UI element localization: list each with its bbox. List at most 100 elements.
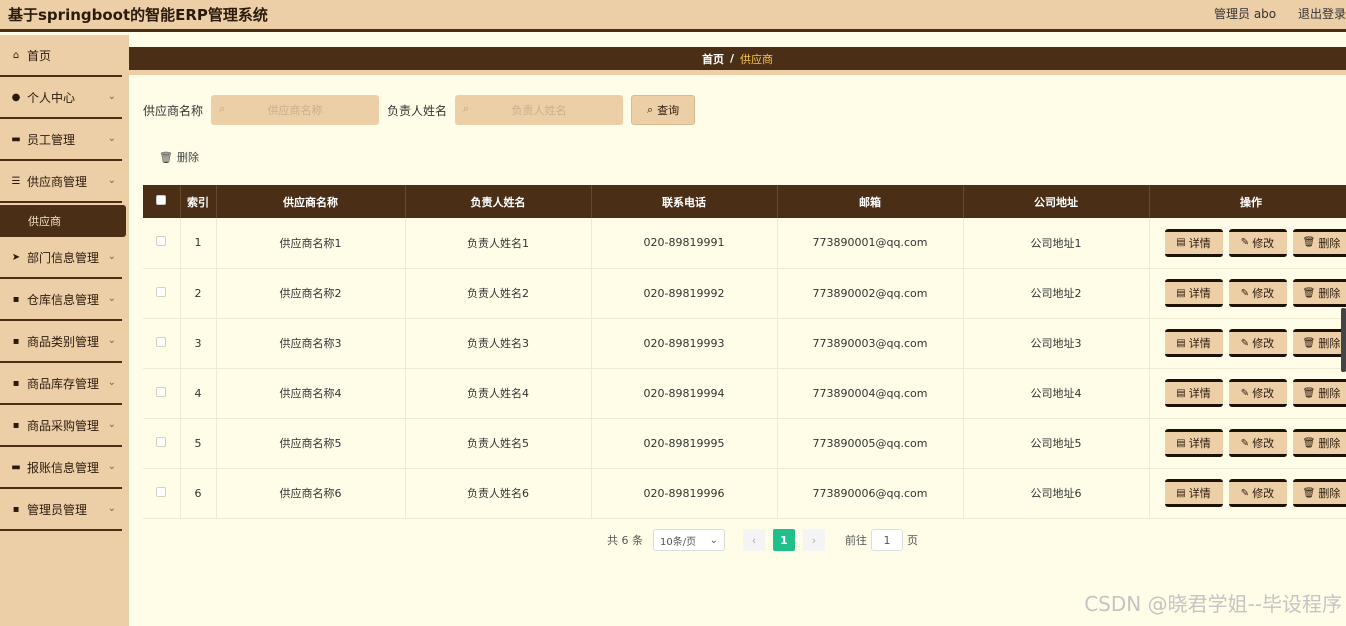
logout-link[interactable]: 退出登录 <box>1298 7 1346 21</box>
cell-actions: ▤ 详情 ✎ 修改 🗑 删除 <box>1149 418 1346 469</box>
edit-button[interactable]: ✎ 修改 <box>1228 228 1287 257</box>
detail-button[interactable]: ▤ 详情 <box>1164 279 1223 307</box>
document-icon: ▤ <box>1176 487 1186 499</box>
detail-button[interactable]: ▤ 详情 <box>1164 429 1223 457</box>
delete-button-label: 删除 <box>1318 387 1341 400</box>
sidebar-item-label: 报账信息管理 <box>27 460 100 475</box>
delete-button[interactable]: 🗑 删除 <box>1292 329 1346 357</box>
header-index: 索引 <box>180 185 217 218</box>
trash-icon: 🗑 <box>159 150 173 164</box>
detail-button[interactable]: ▤ 详情 <box>1164 329 1223 357</box>
detail-button[interactable]: ▤ 详情 <box>1164 228 1223 257</box>
cell-index: 4 <box>180 368 217 419</box>
breadcrumb-current: 供应商 <box>740 52 774 66</box>
table-header-row: 索引 供应商名称 负责人姓名 联系电话 邮箱 公司地址 操作 <box>143 185 1346 218</box>
cell-index: 5 <box>180 418 217 469</box>
select-all-checkbox[interactable] <box>156 195 167 205</box>
delete-button[interactable]: 🗑 删除 <box>1292 379 1346 407</box>
detail-button-label: 详情 <box>1188 437 1211 450</box>
edit-button[interactable]: ✎ 修改 <box>1228 429 1287 457</box>
chevron-down-icon: ⌄ <box>107 293 116 304</box>
search-icon: ⌕ <box>219 102 226 115</box>
chevron-down-icon: ⌄ <box>107 175 116 186</box>
query-button[interactable]: ⌕ 查询 <box>631 95 696 125</box>
delete-button[interactable]: 🗑 删除 <box>1292 479 1346 507</box>
pagination-total: 共 6 条 <box>607 534 643 547</box>
edit-button[interactable]: ✎ 修改 <box>1228 329 1287 357</box>
chevron-down-icon: ⌄ <box>107 377 116 388</box>
delete-button[interactable]: 🗑 删除 <box>1292 279 1346 307</box>
sidebar-item-4[interactable]: ➤ 部门信息管理 ⌄ <box>0 237 122 279</box>
cell-select[interactable] <box>143 318 181 369</box>
sidebar-item-label: 部门信息管理 <box>27 250 100 265</box>
row-checkbox[interactable] <box>156 336 167 347</box>
sidebar-item-9[interactable]: ▬ 报账信息管理 ⌄ <box>0 447 122 489</box>
page-size-select[interactable]: 10条/页 ⌄ <box>653 529 725 551</box>
home-icon: ⌂ <box>12 49 20 61</box>
sidebar-item-10[interactable]: ▪ 管理员管理 ⌄ <box>0 489 122 531</box>
sidebar-item-label: 供应商管理 <box>27 174 88 189</box>
sidebar-item-0[interactable]: ⌂ 首页 <box>0 35 122 77</box>
sidebar-item-1[interactable]: ● 个人中心 ⌄ <box>0 77 122 119</box>
next-page-button[interactable]: › <box>803 529 825 551</box>
cell-phone: 020-89819992 <box>591 268 778 319</box>
page-number-current[interactable]: 1 <box>773 529 795 551</box>
sidebar-item-7[interactable]: ▪ 商品库存管理 ⌄ <box>0 363 122 405</box>
delete-button[interactable]: 🗑 删除 <box>1292 429 1346 457</box>
cell-actions: ▤ 详情 ✎ 修改 🗑 删除 <box>1149 268 1346 319</box>
sidebar-subitem-supplier[interactable]: 供应商 <box>0 205 126 237</box>
cell-contact-name: 负责人姓名1 <box>405 218 592 269</box>
prev-page-button[interactable]: ‹ <box>743 529 765 551</box>
detail-button[interactable]: ▤ 详情 <box>1164 479 1223 507</box>
cell-select[interactable] <box>143 468 181 519</box>
cell-actions: ▤ 详情 ✎ 修改 🗑 删除 <box>1149 318 1346 369</box>
scrollbar-thumb[interactable] <box>1341 308 1346 372</box>
batch-delete-button[interactable]: 🗑 删除 <box>159 149 199 165</box>
grid-icon: ▪ <box>12 335 20 347</box>
edit-button[interactable]: ✎ 修改 <box>1228 379 1287 407</box>
cell-select[interactable] <box>143 368 181 419</box>
trash-icon: 🗑 <box>1302 237 1316 249</box>
breadcrumb: 首页 / 供应商 <box>129 47 1346 75</box>
edit-button[interactable]: ✎ 修改 <box>1228 279 1287 307</box>
document-icon: ▤ <box>1176 437 1186 449</box>
cell-select[interactable] <box>143 268 181 319</box>
cell-supplier-name: 供应商名称3 <box>216 318 406 369</box>
contact-name-input[interactable] <box>455 95 624 125</box>
row-checkbox[interactable] <box>156 286 167 297</box>
cell-address: 公司地址3 <box>963 318 1150 369</box>
supplier-name-input[interactable] <box>211 95 380 125</box>
row-checkbox[interactable] <box>156 436 167 447</box>
chevron-down-icon: ⌄ <box>107 335 116 346</box>
edit-button[interactable]: ✎ 修改 <box>1228 479 1287 507</box>
sidebar: ⌂ 首页 ● 个人中心 ⌄ ▬ 员工管理 ⌄ ☰ 供应商管理 ⌄ 供应商 ➤ 部门信息管理 ⌄ ▪ 仓库信息管理… <box>0 35 129 626</box>
cell-address: 公司地址1 <box>963 218 1150 269</box>
goto-page-input[interactable]: 1 <box>871 529 903 551</box>
cell-select[interactable] <box>143 418 181 469</box>
row-checkbox[interactable] <box>156 236 167 247</box>
cell-contact-name: 负责人姓名3 <box>405 318 592 369</box>
header-select-all[interactable] <box>143 185 181 218</box>
sidebar-item-3[interactable]: ☰ 供应商管理 ⌄ <box>0 161 122 203</box>
sidebar-item-8[interactable]: ▪ 商品采购管理 ⌄ <box>0 405 122 447</box>
header-email: 邮箱 <box>777 185 964 218</box>
batch-delete-label: 删除 <box>176 151 199 164</box>
row-checkbox[interactable] <box>156 486 167 497</box>
grid-icon: ▪ <box>12 293 20 305</box>
cell-supplier-name: 供应商名称1 <box>216 218 406 269</box>
sidebar-item-5[interactable]: ▪ 仓库信息管理 ⌄ <box>0 279 122 321</box>
row-checkbox[interactable] <box>156 386 167 397</box>
delete-button[interactable]: 🗑 删除 <box>1292 228 1346 257</box>
search-icon: ⌕ <box>646 103 654 116</box>
edit-button-label: 修改 <box>1252 387 1275 400</box>
document-icon: ▤ <box>1176 287 1186 299</box>
cell-address: 公司地址4 <box>963 368 1150 419</box>
breadcrumb-home[interactable]: 首页 <box>702 51 724 67</box>
supplier-name-search-box: ⌕ <box>211 95 380 125</box>
cell-select[interactable] <box>143 218 181 269</box>
monitor-icon: ▬ <box>11 461 21 473</box>
sidebar-item-6[interactable]: ▪ 商品类别管理 ⌄ <box>0 321 122 363</box>
sidebar-item-2[interactable]: ▬ 员工管理 ⌄ <box>0 119 122 161</box>
detail-button[interactable]: ▤ 详情 <box>1164 379 1223 407</box>
delete-button-label: 删除 <box>1318 437 1341 450</box>
